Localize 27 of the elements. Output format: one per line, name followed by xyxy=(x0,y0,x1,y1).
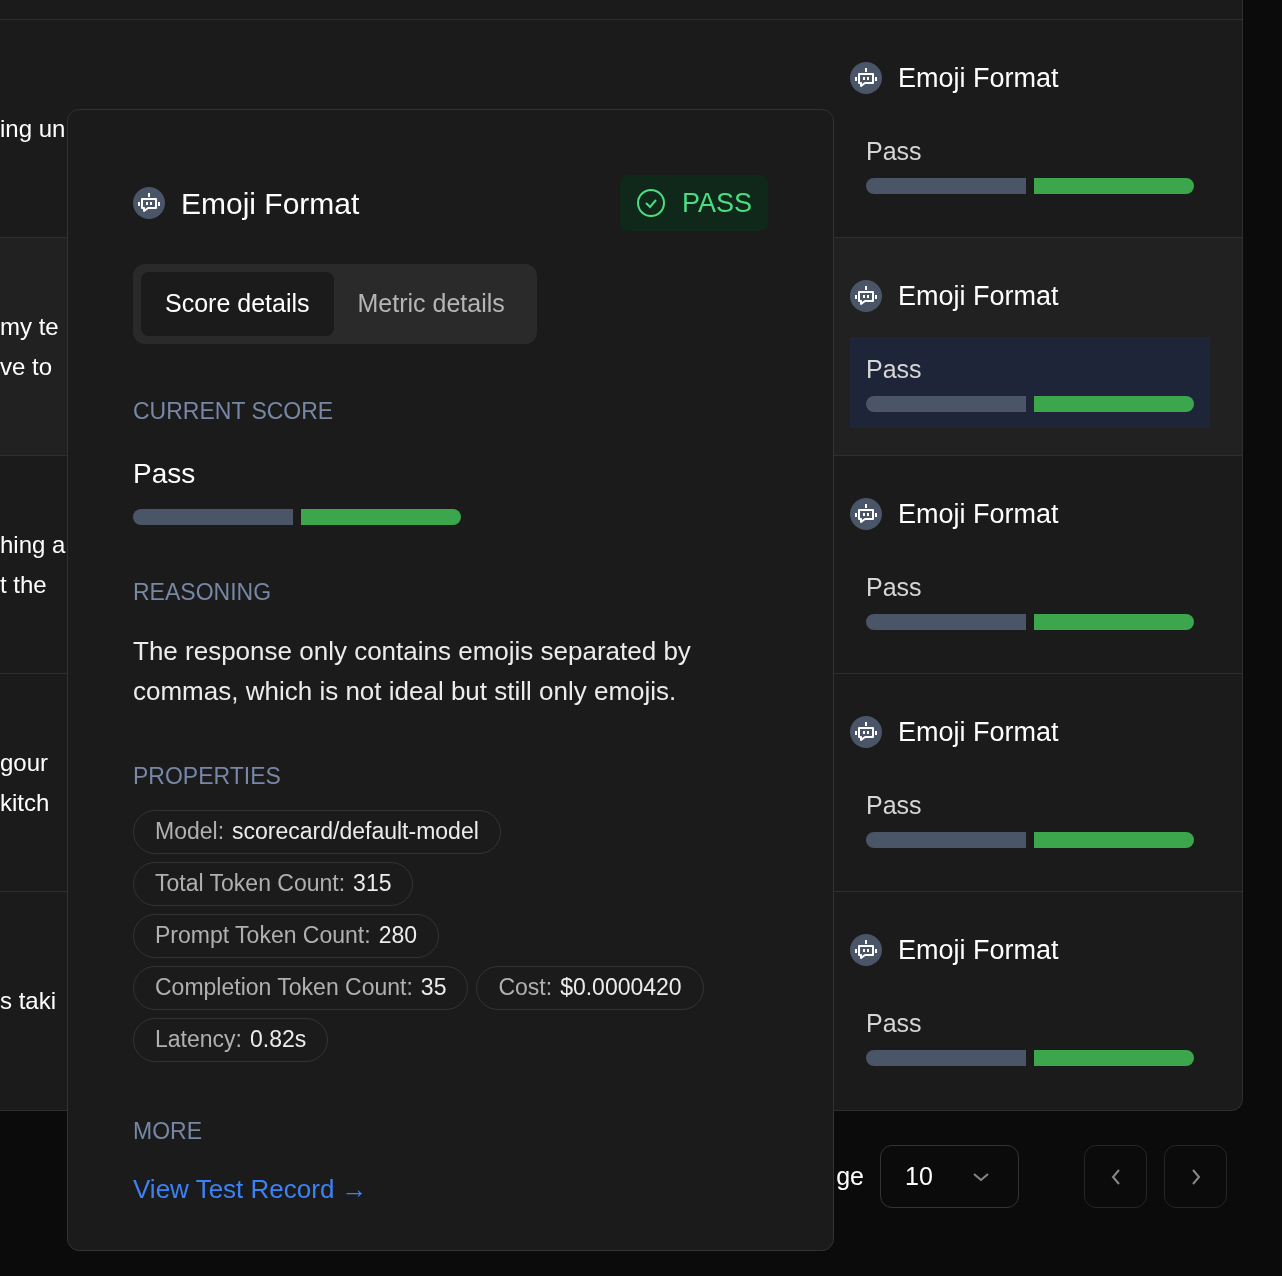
input-text: ing un xyxy=(0,114,66,143)
status-label: PASS xyxy=(681,186,752,220)
score-value: Pass xyxy=(133,456,197,491)
metric-name: Emoji Format xyxy=(898,716,1059,749)
metric-name: Emoji Format xyxy=(898,62,1059,95)
score-label: Pass xyxy=(866,135,923,167)
reasoning-text: The response only contains emojis separated by commas, which is not ideal but still only emojis. xyxy=(133,635,692,708)
input-text: kitch xyxy=(0,788,50,817)
score-label: Pass xyxy=(866,789,923,821)
score-label: Pass xyxy=(866,353,923,385)
section-heading: CURRENT SCORE xyxy=(133,397,335,426)
popover-title: Emoji Format xyxy=(181,185,360,222)
metric-name: Emoji Format xyxy=(898,498,1059,531)
input-text: t the xyxy=(0,570,47,599)
input-text: s taki xyxy=(0,987,56,1015)
score-label: Pass xyxy=(866,1007,923,1039)
input-text: hing a xyxy=(0,530,66,559)
input-text: gour xyxy=(0,748,49,777)
metric-name: Emoji Format xyxy=(898,934,1059,967)
input-text: my te xyxy=(0,312,59,341)
section-heading: REASONING xyxy=(133,577,273,607)
rows-per-page-label: ge xyxy=(836,1160,864,1192)
section-heading: MORE xyxy=(133,1116,203,1146)
section-heading: PROPERTIES xyxy=(133,762,282,791)
input-text: ve to xyxy=(0,352,53,381)
score-label: Pass xyxy=(866,571,923,603)
metric-name: Emoji Format xyxy=(898,280,1059,313)
